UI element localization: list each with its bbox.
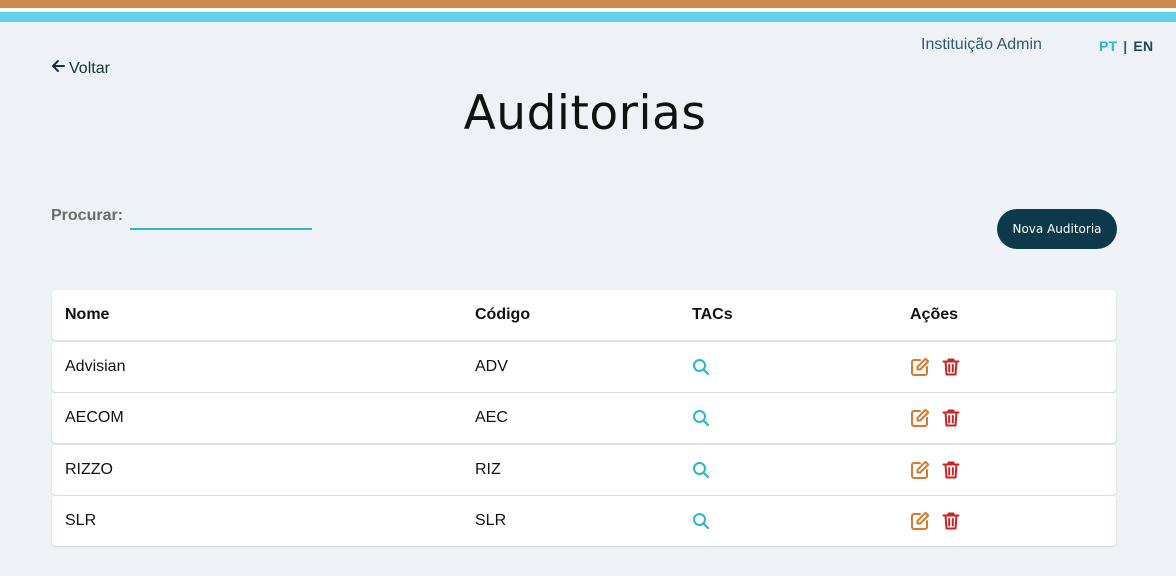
row-name: AECOM bbox=[65, 409, 124, 426]
row-actions bbox=[910, 496, 960, 546]
back-link[interactable]: Voltar bbox=[51, 59, 110, 78]
tac-view-button[interactable] bbox=[692, 496, 710, 546]
row-actions bbox=[910, 393, 960, 443]
trash-icon[interactable] bbox=[942, 511, 960, 531]
table-row: AECOM AEC bbox=[52, 393, 1116, 443]
row-code: AEC bbox=[475, 409, 508, 426]
user-name: Instituição Admin bbox=[921, 36, 1042, 53]
column-header-tacs: TACs bbox=[692, 306, 733, 323]
row-name: SLR bbox=[65, 512, 97, 529]
search-icon bbox=[692, 512, 710, 530]
back-label: Voltar bbox=[69, 59, 110, 77]
row-name: RIZZO bbox=[65, 461, 113, 478]
row-name: Advisian bbox=[65, 358, 126, 375]
top-bar-orange bbox=[0, 0, 1176, 8]
edit-icon[interactable] bbox=[910, 460, 930, 480]
table-row: Advisian ADV bbox=[52, 342, 1116, 392]
search-icon bbox=[692, 409, 710, 427]
top-bar-blue bbox=[0, 12, 1176, 22]
column-header-acoes: Ações bbox=[910, 306, 959, 323]
column-header-codigo: Código bbox=[475, 306, 531, 323]
edit-icon[interactable] bbox=[910, 357, 930, 377]
page-title: Auditorias bbox=[463, 86, 707, 141]
row-code: RIZ bbox=[475, 461, 501, 478]
row-actions bbox=[910, 342, 960, 392]
search-icon bbox=[692, 461, 710, 479]
trash-icon[interactable] bbox=[942, 357, 960, 377]
tac-view-button[interactable] bbox=[692, 445, 710, 495]
table-row: SLR SLR bbox=[52, 496, 1116, 546]
row-code: ADV bbox=[475, 358, 508, 375]
search-input[interactable] bbox=[130, 206, 312, 230]
row-actions bbox=[910, 445, 960, 495]
trash-icon[interactable] bbox=[942, 460, 960, 480]
table-row: RIZZO RIZ bbox=[52, 445, 1116, 495]
row-code: SLR bbox=[475, 512, 507, 529]
edit-icon[interactable] bbox=[910, 511, 930, 531]
search-label: Procurar: bbox=[51, 207, 124, 224]
search-icon bbox=[692, 358, 710, 376]
trash-icon[interactable] bbox=[942, 408, 960, 428]
lang-en-link[interactable]: EN bbox=[1133, 38, 1153, 54]
lang-separator: | bbox=[1123, 38, 1128, 54]
table-header-row: Nome Código TACs Ações bbox=[52, 290, 1116, 340]
tac-view-button[interactable] bbox=[692, 342, 710, 392]
language-switcher: PT | EN bbox=[1099, 38, 1153, 54]
new-audit-button[interactable]: Nova Auditoria bbox=[997, 209, 1117, 249]
edit-icon[interactable] bbox=[910, 408, 930, 428]
tac-view-button[interactable] bbox=[692, 393, 710, 443]
column-header-nome: Nome bbox=[65, 306, 110, 323]
arrow-left-icon bbox=[51, 59, 69, 78]
lang-pt-link[interactable]: PT bbox=[1099, 38, 1117, 54]
